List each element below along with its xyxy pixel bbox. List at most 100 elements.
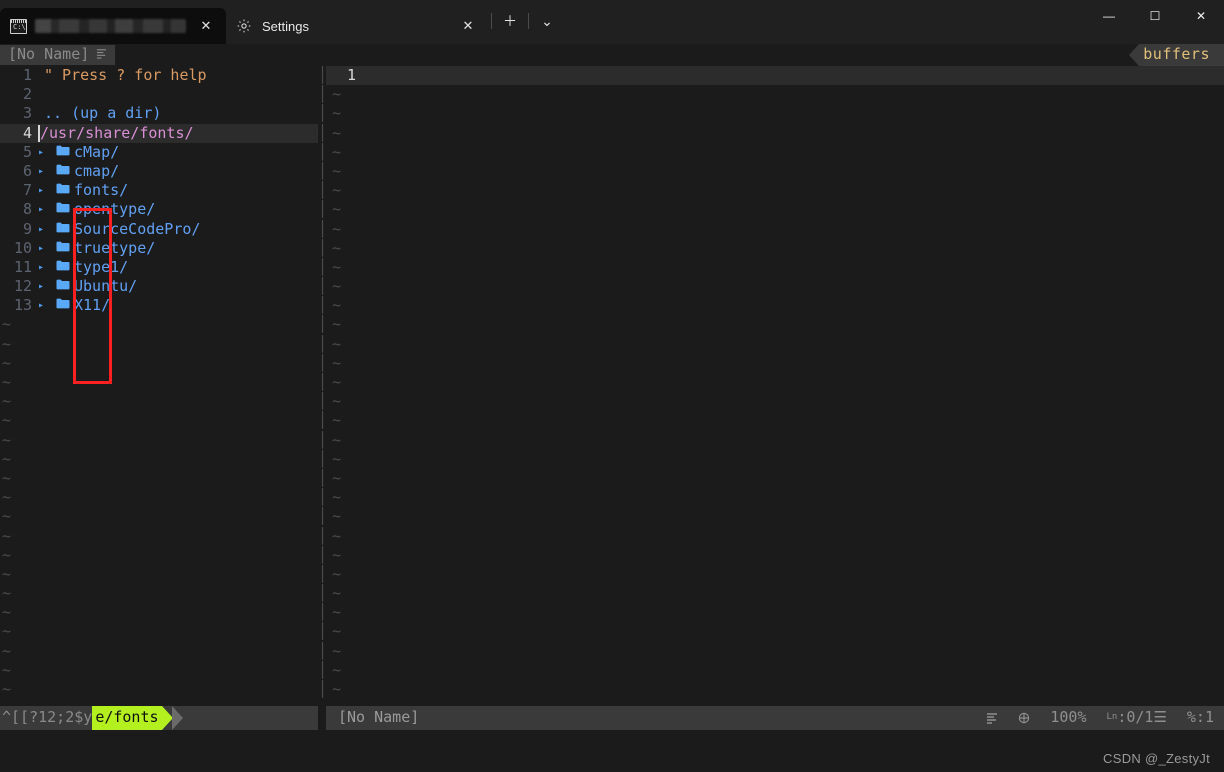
close-button[interactable]: ✕: [1178, 0, 1224, 32]
expand-arrow-icon[interactable]: ▸: [38, 220, 52, 239]
tilde-marker: ~: [332, 353, 342, 372]
tilde-marker: ~: [2, 334, 12, 353]
pane-separator-segment: │: [318, 315, 326, 334]
tilde-marker: ~: [2, 468, 12, 487]
empty-line-row: ~: [326, 488, 1224, 507]
empty-line-row: ~: [326, 220, 1224, 239]
expand-arrow-icon[interactable]: ▸: [38, 258, 52, 277]
folder-icon: [52, 258, 74, 277]
expand-arrow-icon[interactable]: ▸: [38, 200, 52, 219]
up-a-dir-entry[interactable]: .. (up a dir): [38, 104, 161, 123]
explorer-directory-row[interactable]: 11 ▸ type1/: [0, 258, 318, 277]
pane-separator-segment: │: [318, 296, 326, 315]
directory-name[interactable]: fonts/: [74, 181, 128, 200]
empty-line-row: ~: [326, 642, 1224, 661]
line-number: 5: [22, 142, 32, 161]
tab-dropdown-button[interactable]: ⌄: [532, 6, 562, 36]
expand-arrow-icon[interactable]: ▸: [38, 143, 52, 162]
explorer-directory-row[interactable]: 10 ▸ truetype/: [0, 239, 318, 258]
buffer-tab-no-name[interactable]: [No Name]: [0, 45, 116, 65]
terminal-content: [No Name] buffers 1 " Press ? for help 2: [0, 44, 1224, 772]
tilde-marker: ~: [2, 660, 12, 679]
tab-divider: [491, 13, 492, 29]
lines-icon: [96, 45, 107, 64]
tab-close-button-settings[interactable]: ✕: [454, 12, 482, 40]
tilde-marker: ~: [2, 392, 12, 411]
pane-separator-segment: │: [318, 104, 326, 123]
tabline-right-group: buffers: [1129, 44, 1224, 66]
pane-separator-segment: │: [318, 373, 326, 391]
explorer-directory-row[interactable]: 6 ▸ cmap/: [0, 162, 318, 181]
empty-line-row: ~: [0, 315, 318, 334]
statusline-gap: [318, 706, 326, 730]
terminal-tab-1[interactable]: C:\ ✕: [0, 8, 226, 44]
directory-name[interactable]: type1/: [74, 258, 128, 277]
explorer-directory-row[interactable]: 13 ▸ X11/: [0, 296, 318, 315]
empty-line-row: ~: [0, 584, 318, 603]
tilde-marker: ~: [2, 315, 12, 334]
expand-arrow-icon[interactable]: ▸: [38, 181, 52, 200]
empty-line-row: ~: [326, 239, 1224, 258]
pane-separator-segment: │: [318, 123, 326, 142]
directory-name[interactable]: SourceCodePro/: [74, 220, 200, 239]
file-explorer-pane[interactable]: 1 " Press ? for help 2 3 .. (up a dir) 4…: [0, 66, 318, 706]
empty-line-row: ~: [0, 335, 318, 354]
empty-line-row: ~: [326, 603, 1224, 622]
explorer-line-1: 1 " Press ? for help: [0, 66, 318, 85]
empty-line-row: ~: [0, 450, 318, 469]
directory-name[interactable]: truetype/: [74, 239, 155, 258]
tilde-marker: ~: [332, 85, 342, 104]
tilde-marker: ~: [332, 488, 342, 507]
pane-separator-segment: │: [318, 353, 326, 372]
explorer-directory-row[interactable]: 5 ▸ cMap/: [0, 143, 318, 162]
explorer-line-3[interactable]: 3 .. (up a dir): [0, 104, 318, 123]
globe-icon: [1008, 712, 1040, 724]
new-tab-button[interactable]: ＋: [495, 6, 525, 36]
line-number-current: 1: [346, 66, 356, 84]
expand-arrow-icon[interactable]: ▸: [38, 162, 52, 181]
tab-close-button-1[interactable]: ✕: [192, 12, 220, 40]
tilde-marker: ~: [332, 680, 342, 698]
explorer-directory-row[interactable]: 12 ▸ Ubuntu/: [0, 277, 318, 296]
expand-arrow-icon[interactable]: ▸: [38, 296, 52, 315]
folder-icon: [52, 220, 74, 239]
explorer-directory-row[interactable]: 9 ▸ SourceCodePro/: [0, 220, 318, 239]
empty-line-row: ~: [326, 181, 1224, 200]
pane-separator-segment: │: [318, 680, 326, 698]
directory-name[interactable]: Ubuntu/: [74, 277, 137, 296]
empty-line-row: ~: [326, 296, 1224, 315]
tilde-marker: ~: [2, 603, 12, 622]
terminal-tab-settings[interactable]: Settings ✕: [226, 8, 488, 44]
pane-separator-segment: │: [318, 334, 326, 353]
tilde-marker: ~: [332, 660, 342, 679]
empty-line-row: ~: [326, 315, 1224, 334]
right-pane-tildes: ~ ~ ~ ~ ~ ~ ~ ~ ~ ~ ~ ~ ~ ~ ~ ~ ~ ~ ~ ~ ~ ~ ~ ~ ~ ~ ~ ~ ~ ~ ~ ~: [326, 85, 1224, 699]
tilde-marker: ~: [332, 181, 342, 200]
empty-buffer-pane[interactable]: 1 ~ ~ ~ ~ ~ ~ ~ ~ ~ ~ ~ ~ ~ ~ ~ ~ ~ ~ ~ ~ ~ ~ ~ ~ ~ ~ ~ ~ ~ ~ ~ ~: [326, 66, 1224, 706]
empty-line-row: ~: [326, 258, 1224, 277]
tilde-marker: ~: [332, 584, 342, 603]
tilde-marker: ~: [332, 449, 342, 468]
empty-line-row: ~: [326, 354, 1224, 373]
explorer-directory-row[interactable]: 7 ▸ fonts/: [0, 181, 318, 200]
empty-line-row: ~: [326, 85, 1224, 104]
directory-name[interactable]: opentype/: [74, 200, 155, 219]
directory-name[interactable]: X11/: [74, 296, 110, 315]
pane-separator-segment: │: [318, 507, 326, 526]
directory-name[interactable]: cmap/: [74, 162, 119, 181]
expand-arrow-icon[interactable]: ▸: [38, 277, 52, 296]
watermark: CSDN @_ZestyJt: [1103, 751, 1210, 766]
pane-separator-segment: │: [318, 181, 326, 200]
empty-line-row: ~: [326, 527, 1224, 546]
minimize-button[interactable]: —: [1086, 0, 1132, 32]
tilde-marker: ~: [332, 468, 342, 487]
tilde-marker: ~: [2, 564, 12, 583]
explorer-directory-row[interactable]: 8 ▸ opentype/: [0, 200, 318, 219]
directory-name[interactable]: cMap/: [74, 143, 119, 162]
line-number: 6: [22, 161, 32, 180]
line-number: 12: [13, 277, 32, 296]
expand-arrow-icon[interactable]: ▸: [38, 239, 52, 258]
pane-separator-segment: │: [318, 430, 326, 449]
empty-line-row: ~: [326, 335, 1224, 354]
maximize-button[interactable]: ☐: [1132, 0, 1178, 32]
